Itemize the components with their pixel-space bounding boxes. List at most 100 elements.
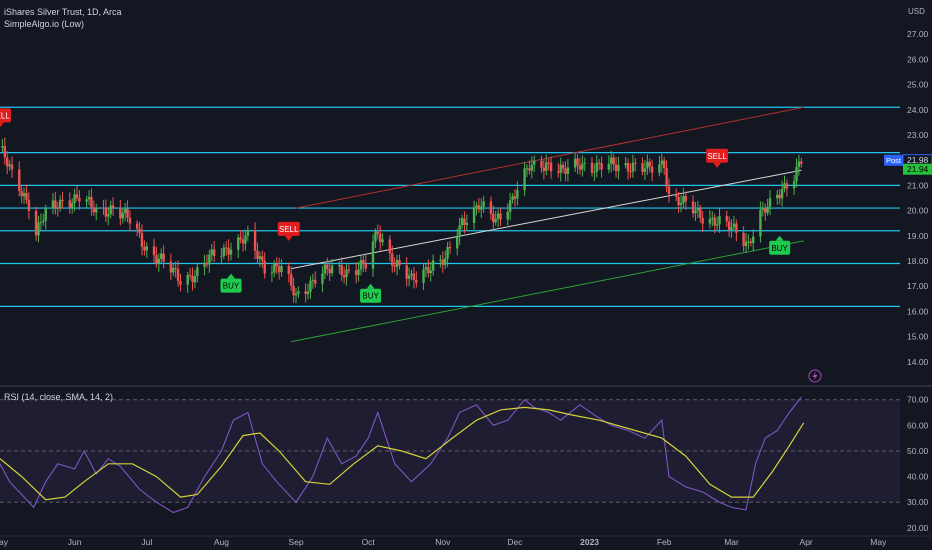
candle-body xyxy=(677,196,680,206)
candle-body xyxy=(785,183,789,189)
candle-body xyxy=(701,218,704,224)
buy-signal-label: BUY xyxy=(362,292,379,301)
rsi-axis-tick: 70.00 xyxy=(907,395,929,405)
candle-body xyxy=(208,254,211,265)
candle-body xyxy=(499,213,502,220)
candle-body xyxy=(658,164,661,173)
candle-body xyxy=(342,275,346,278)
candle-body xyxy=(516,190,519,199)
candle-body xyxy=(145,246,148,251)
candle-body xyxy=(162,253,165,262)
candle-body xyxy=(631,162,635,172)
candle-body xyxy=(104,207,108,217)
candle-body xyxy=(304,291,307,295)
candle-body xyxy=(564,168,567,174)
candle-body xyxy=(472,207,476,224)
candle-body xyxy=(237,237,240,250)
candle-body xyxy=(768,198,772,207)
price-axis-tick: 15.00 xyxy=(907,332,929,342)
candle-body xyxy=(70,203,74,208)
candle-body xyxy=(289,273,293,286)
candle-body xyxy=(708,218,712,224)
candle-body xyxy=(160,253,163,259)
candle-body xyxy=(494,218,497,223)
candle-body xyxy=(75,194,79,198)
candle-body xyxy=(646,161,649,169)
candle-body xyxy=(718,216,721,225)
time-axis-tick: Aug xyxy=(214,537,229,547)
candle-body xyxy=(196,266,199,277)
candle-body xyxy=(126,208,129,218)
candle-body xyxy=(634,162,637,164)
candle-body xyxy=(412,273,416,280)
candle-body xyxy=(424,266,428,270)
candle-body xyxy=(405,265,408,279)
candle-body xyxy=(475,205,478,208)
candle-body xyxy=(379,233,382,243)
sell-signal-label: SELL xyxy=(279,225,299,234)
candle-body xyxy=(427,266,430,274)
candle-body xyxy=(797,161,801,168)
sell-signal: SELL xyxy=(0,108,11,128)
candle-body xyxy=(545,162,548,171)
rsi-axis-tick: 30.00 xyxy=(907,497,929,507)
candle-body xyxy=(169,261,173,273)
candle-body xyxy=(776,194,779,199)
candle-body xyxy=(583,162,586,164)
sell-signal: SELL xyxy=(706,148,729,168)
price-axis-tick: 16.00 xyxy=(907,306,929,316)
candle-body xyxy=(135,223,139,229)
candle-body xyxy=(761,207,765,211)
candle-body xyxy=(530,164,534,171)
candle-body xyxy=(496,213,500,219)
price-axis-tick: 26.00 xyxy=(907,54,929,64)
candle-body xyxy=(458,225,461,237)
candle-body xyxy=(540,160,543,168)
candle-body xyxy=(128,217,132,224)
candle-body xyxy=(398,260,401,266)
candle-body xyxy=(590,162,594,173)
candle-body xyxy=(78,197,81,202)
candle-body xyxy=(715,224,719,226)
price-axis-tick: 18.00 xyxy=(907,256,929,266)
chart-canvas[interactable]: 14.00 15.00 16.00 17.00 18.00 19.00 20.00 21.00… xyxy=(0,0,932,550)
candle-body xyxy=(480,206,483,210)
candle-body xyxy=(465,223,469,226)
buy-signal: BUY xyxy=(769,235,791,255)
candle-body xyxy=(22,193,26,197)
candle-body xyxy=(407,275,411,279)
price-axis-tick: 20.00 xyxy=(907,206,929,216)
time-axis-tick: Jun xyxy=(68,537,82,547)
candle-body xyxy=(85,199,88,202)
candle-body xyxy=(371,241,375,269)
candle-body xyxy=(210,249,213,255)
rsi-axis-tick: 60.00 xyxy=(907,420,929,430)
time-axis-tick: May xyxy=(0,537,9,547)
candle-body xyxy=(448,246,452,249)
candle-body xyxy=(778,194,781,199)
candle-body xyxy=(650,166,654,173)
price-axis-tick: 17.00 xyxy=(907,281,929,291)
candle-body xyxy=(294,293,298,296)
candle-body xyxy=(533,160,536,165)
candle-body xyxy=(381,239,384,243)
candle-body xyxy=(691,201,695,214)
candle-body xyxy=(123,208,127,213)
candle-body xyxy=(244,235,247,244)
buy-signal: BUY xyxy=(220,273,242,293)
candle-body xyxy=(338,265,341,267)
candle-body xyxy=(90,197,93,208)
price-axis-tick: 27.00 xyxy=(907,29,929,39)
candle-body xyxy=(109,205,112,215)
sell-signal-label: SELL xyxy=(707,152,727,161)
candle-body xyxy=(152,246,156,256)
candle-body xyxy=(157,258,161,264)
price-axis-tick: 19.00 xyxy=(907,231,929,241)
candle-body xyxy=(292,285,295,296)
candle-body xyxy=(730,227,733,231)
candle-body xyxy=(766,206,769,213)
candle-body xyxy=(489,201,493,214)
candle-body xyxy=(246,230,250,236)
time-axis-tick: Nov xyxy=(435,537,451,547)
candle-body xyxy=(492,213,495,223)
